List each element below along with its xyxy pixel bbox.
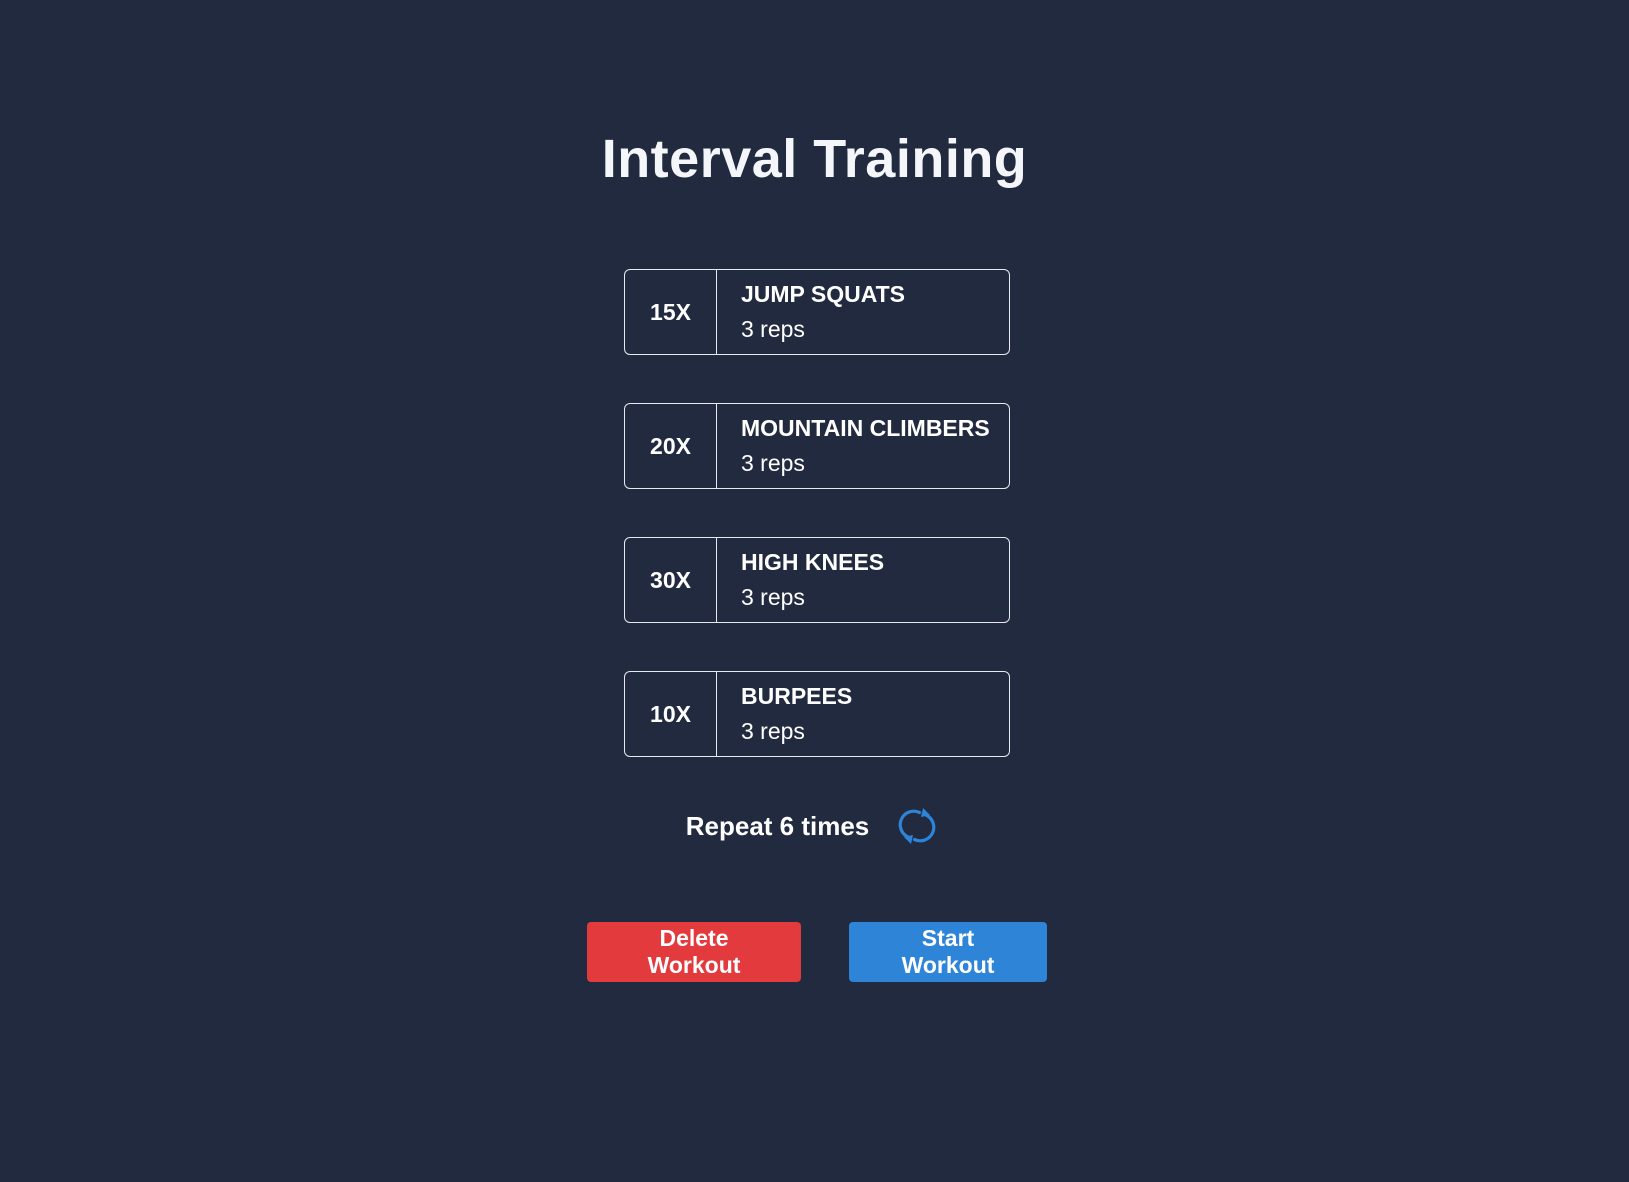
exercise-info: MOUNTAIN CLIMBERS 3 reps <box>717 404 990 488</box>
exercise-name: JUMP SQUATS <box>741 280 906 307</box>
page-title: Interval Training <box>601 129 1028 189</box>
refresh-icon <box>897 806 937 846</box>
delete-workout-button[interactable]: Delete Workout <box>587 922 801 982</box>
exercise-card: 15X JUMP SQUATS 3 reps <box>624 269 1010 355</box>
exercise-info: JUMP SQUATS 3 reps <box>717 270 905 354</box>
exercise-reps: 3 reps <box>741 315 805 342</box>
exercise-count: 10X <box>625 672 717 756</box>
exercise-reps: 3 reps <box>741 717 805 744</box>
exercise-count: 20X <box>625 404 717 488</box>
exercise-count: 15X <box>625 270 717 354</box>
exercise-card: 10X BURPEES 3 reps <box>624 671 1010 757</box>
exercise-name: MOUNTAIN CLIMBERS <box>741 414 990 441</box>
exercise-info: HIGH KNEES 3 reps <box>717 538 884 622</box>
exercise-reps: 3 reps <box>741 449 805 476</box>
action-buttons: Delete Workout Start Workout <box>587 922 1047 982</box>
exercise-count: 30X <box>625 538 717 622</box>
exercise-name: HIGH KNEES <box>741 548 885 575</box>
exercise-list: 15X JUMP SQUATS 3 reps 20X MOUNTAIN CLIM… <box>624 269 1010 805</box>
exercise-name: BURPEES <box>741 682 853 709</box>
exercise-card: 20X MOUNTAIN CLIMBERS 3 reps <box>624 403 1010 489</box>
start-workout-button[interactable]: Start Workout <box>849 922 1047 982</box>
exercise-card: 30X HIGH KNEES 3 reps <box>624 537 1010 623</box>
repeat-text: Repeat 6 times <box>685 810 870 841</box>
exercise-reps: 3 reps <box>741 583 805 610</box>
exercise-info: BURPEES 3 reps <box>717 672 852 756</box>
repeat-row: Repeat 6 times <box>0 806 1629 846</box>
